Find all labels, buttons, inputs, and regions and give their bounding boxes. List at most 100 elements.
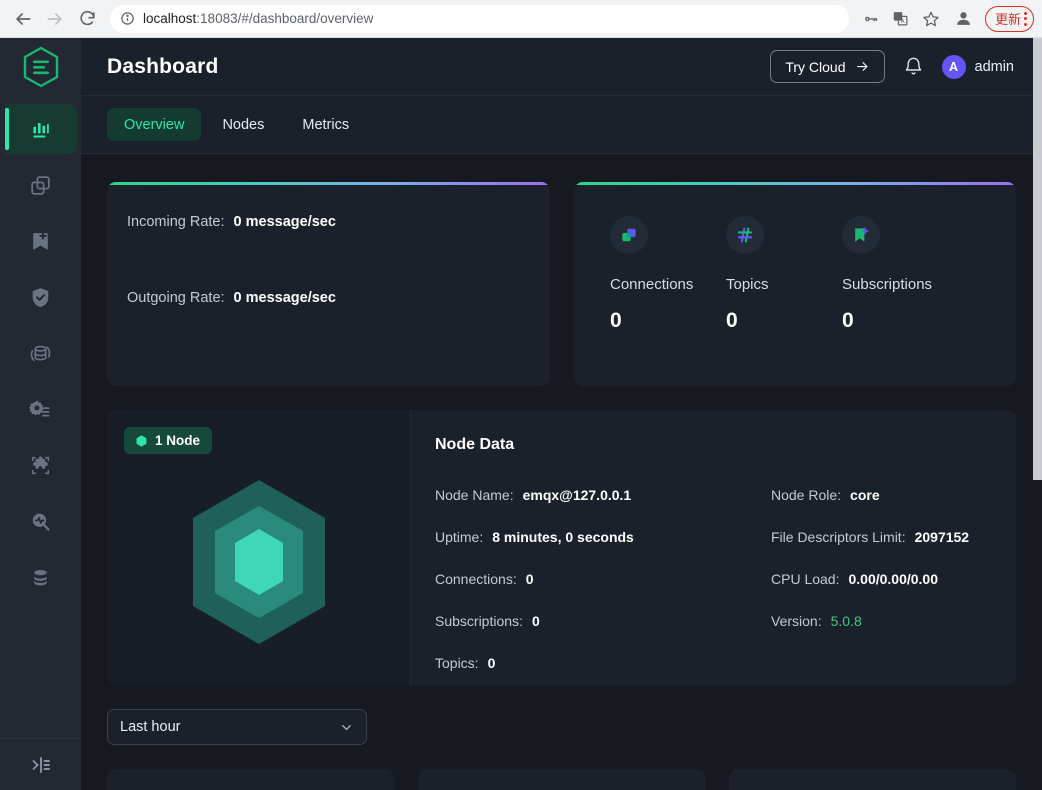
outgoing-rate-row: Outgoing Rate: 0 message/sec (127, 290, 550, 306)
browser-profile-avatar[interactable] (949, 4, 979, 34)
try-cloud-label: Try Cloud (785, 58, 846, 75)
stat-subscriptions-label: Subscriptions (842, 276, 933, 293)
collapse-panel-icon (32, 756, 50, 773)
field-value: 0.00/0.00/0.00 (848, 571, 939, 587)
arrow-left-icon (16, 12, 31, 25)
page-scrollbar[interactable] (1033, 38, 1042, 790)
reload-icon (79, 10, 95, 26)
rate-card: Incoming Rate: 0 message/sec Outgoing Ra… (107, 182, 550, 386)
field-version: Version: 5.0.8 (771, 613, 969, 629)
bar-chart-icon (32, 123, 49, 138)
emqx-logo[interactable] (0, 38, 81, 96)
sidebar-item-diagnose[interactable] (5, 496, 77, 546)
main-area: Dashboard Try Cloud A admin Overview Nod… (81, 38, 1042, 790)
chart-card[interactable] (107, 769, 394, 790)
field-value: 8 minutes, 0 seconds (492, 529, 634, 545)
sidebar-item-data-integration[interactable] (5, 328, 77, 378)
tab-metrics[interactable]: Metrics (285, 108, 366, 141)
tab-nodes[interactable]: Nodes (205, 108, 281, 141)
bell-icon (905, 57, 921, 75)
node-visual: 1 Node (107, 410, 411, 685)
sidebar-item-dashboard[interactable] (4, 104, 77, 154)
stats-grid: Connections 0 Topics 0 Subscriptions 0 (574, 216, 1016, 333)
page-scrollbar-thumb[interactable] (1033, 38, 1042, 480)
period-select-value: Last hour (120, 719, 181, 735)
node-count-label: 1 Node (155, 433, 201, 448)
node-data-section: Node Data Node Name: emqx@127.0.0.1 Upti… (411, 410, 1016, 685)
field-value: 5.0.8 (830, 613, 862, 629)
field-label: CPU Load: (771, 571, 840, 587)
overview-content: Incoming Rate: 0 message/sec Outgoing Ra… (81, 154, 1042, 790)
node-data-columns: Node Name: emqx@127.0.0.1 Uptime: 8 minu… (435, 487, 1016, 685)
subscription-flag-icon (855, 227, 869, 242)
arrow-right-icon (47, 12, 62, 25)
stat-topics[interactable]: Topics 0 (726, 216, 842, 333)
browser-update-button[interactable]: 更新 (984, 5, 1034, 32)
database-sync-icon (30, 345, 51, 361)
field-connections: Connections: 0 (435, 571, 771, 587)
address-bar-url: localhost:18083/#/dashboard/overview (143, 11, 373, 26)
translate-icon[interactable]: A (887, 5, 915, 33)
stat-topics-label: Topics (726, 276, 769, 293)
field-label: Topics: (435, 655, 479, 671)
stats-card: Connections 0 Topics 0 Subscriptions 0 (574, 182, 1016, 386)
star-icon[interactable] (917, 5, 945, 33)
browser-forward-button[interactable] (40, 4, 70, 34)
stat-connections[interactable]: Connections 0 (610, 216, 726, 333)
sidebar-item-clients[interactable] (5, 160, 77, 210)
sidebar-nav (0, 96, 81, 608)
connections-icon-wrap (610, 216, 648, 254)
sidebar (0, 38, 81, 790)
chart-card[interactable] (729, 769, 1016, 790)
field-subscriptions: Subscriptions: 0 (435, 613, 771, 629)
field-label: Version: (771, 613, 822, 629)
field-value: emqx@127.0.0.1 (522, 487, 632, 503)
period-row: Last hour (107, 709, 1016, 745)
field-node-role: Node Role: core (771, 487, 969, 503)
browser-reload-button[interactable] (72, 4, 102, 34)
avatar: A (941, 54, 966, 79)
stat-topics-value: 0 (726, 309, 738, 332)
stat-subscriptions[interactable]: Subscriptions 0 (842, 216, 1002, 333)
arrow-right-icon (856, 62, 867, 71)
node-data-left-column: Node Name: emqx@127.0.0.1 Uptime: 8 minu… (435, 487, 771, 685)
chevron-down-icon (339, 720, 354, 735)
browser-toolbar: localhost:18083/#/dashboard/overview A 更… (0, 0, 1042, 38)
user-menu[interactable]: A admin (941, 54, 1014, 79)
summary-row: Incoming Rate: 0 message/sec Outgoing Ra… (107, 182, 1016, 386)
chart-card[interactable] (418, 769, 705, 790)
sidebar-item-access-control[interactable] (5, 272, 77, 322)
emqx-hexagon-logo (23, 46, 58, 88)
subscriptions-icon-wrap (842, 216, 880, 254)
notifications-button[interactable] (901, 54, 926, 79)
period-select[interactable]: Last hour (107, 709, 367, 745)
field-label: Node Role: (771, 487, 842, 503)
sidebar-collapse-button[interactable] (0, 738, 81, 790)
header-actions: Try Cloud A admin (770, 50, 1014, 83)
address-bar[interactable]: localhost:18083/#/dashboard/overview (110, 4, 849, 33)
node-panel: 1 Node Node Data Node Name: emqx@127.0.0… (107, 410, 1016, 685)
kebab-menu-icon[interactable] (1024, 11, 1027, 26)
key-icon[interactable] (857, 5, 885, 33)
sidebar-item-management[interactable] (5, 552, 77, 602)
field-value: 0 (487, 655, 496, 671)
sidebar-item-extensions[interactable] (5, 440, 77, 490)
sidebar-item-rules[interactable] (5, 384, 77, 434)
try-cloud-button[interactable]: Try Cloud (770, 50, 885, 83)
incoming-rate-value: 0 message/sec (233, 214, 336, 230)
tab-overview[interactable]: Overview (107, 108, 202, 141)
node-data-title: Node Data (435, 436, 515, 453)
outgoing-rate-value: 0 message/sec (233, 290, 336, 306)
puzzle-icon (31, 456, 50, 474)
node-count-badge[interactable]: 1 Node (124, 427, 213, 454)
sidebar-item-topics[interactable] (5, 216, 77, 266)
browser-action-icons: A 更新 (857, 4, 1034, 34)
gear-list-icon (29, 400, 50, 416)
hash-icon (737, 227, 753, 243)
page-title: Dashboard (107, 54, 219, 78)
browser-back-button[interactable] (8, 4, 38, 34)
stat-subscriptions-value: 0 (842, 309, 854, 332)
info-circle-icon[interactable] (120, 11, 135, 26)
field-cpu-load: CPU Load: 0.00/0.00/0.00 (771, 571, 969, 587)
field-label: Subscriptions: (435, 613, 523, 629)
